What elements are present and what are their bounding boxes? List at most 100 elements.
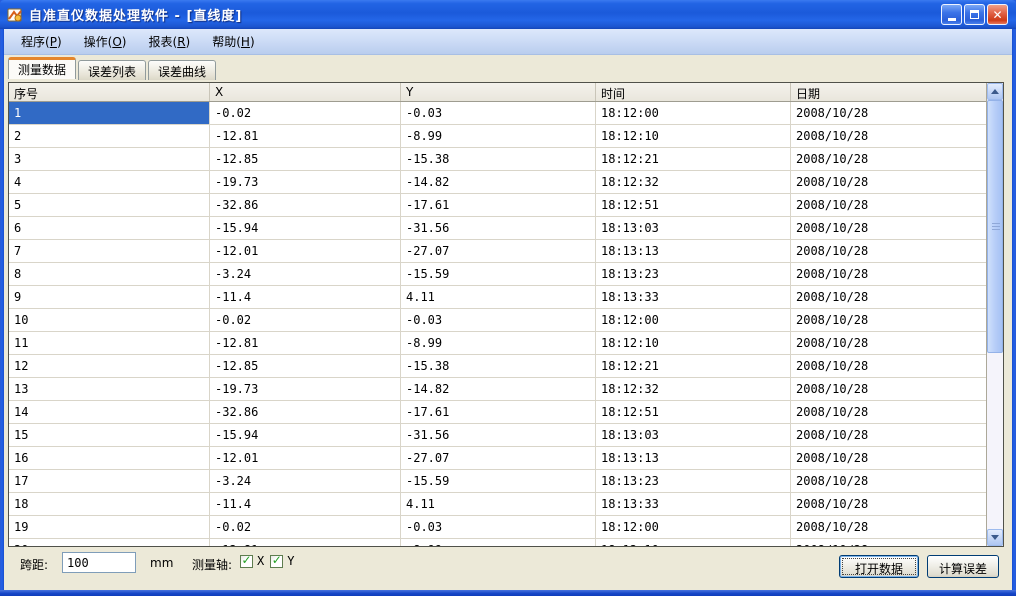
table-cell[interactable]: -3.24 xyxy=(210,470,401,492)
table-cell[interactable]: 18:12:32 xyxy=(596,378,791,400)
table-cell[interactable]: 18:13:23 xyxy=(596,470,791,492)
table-cell[interactable]: 14 xyxy=(9,401,210,423)
table-row[interactable]: 12-12.85-15.3818:12:212008/10/28 xyxy=(9,355,986,378)
axis-x-checkbox[interactable]: ✓ X xyxy=(240,554,264,568)
menu-item-operate[interactable]: 操作(O) xyxy=(75,30,136,53)
menu-item-help[interactable]: 帮助(H) xyxy=(203,30,263,53)
table-row[interactable]: 13-19.73-14.8218:12:322008/10/28 xyxy=(9,378,986,401)
table-cell[interactable]: 18:13:33 xyxy=(596,286,791,308)
table-cell[interactable]: -0.03 xyxy=(401,309,596,331)
menu-item-report[interactable]: 报表(R) xyxy=(139,30,199,53)
calc-error-button[interactable]: 计算误差 xyxy=(927,555,999,578)
tab-error-curve[interactable]: 误差曲线 xyxy=(148,60,216,80)
table-cell[interactable]: 2008/10/28 xyxy=(791,332,986,354)
table-cell[interactable]: -17.61 xyxy=(401,194,596,216)
table-cell[interactable]: 18:12:10 xyxy=(596,332,791,354)
table-cell[interactable]: -8.99 xyxy=(401,125,596,147)
table-cell[interactable]: 11 xyxy=(9,332,210,354)
table-cell[interactable]: 18:13:03 xyxy=(596,217,791,239)
table-cell[interactable]: 2008/10/28 xyxy=(791,447,986,469)
table-row[interactable]: 3-12.85-15.3818:12:212008/10/28 xyxy=(9,148,986,171)
table-row[interactable]: 9-11.44.1118:13:332008/10/28 xyxy=(9,286,986,309)
table-cell[interactable]: -12.85 xyxy=(210,355,401,377)
table-cell[interactable]: -15.94 xyxy=(210,424,401,446)
span-input[interactable] xyxy=(62,552,136,573)
scroll-down-button[interactable] xyxy=(987,529,1003,546)
table-row[interactable]: 6-15.94-31.5618:13:032008/10/28 xyxy=(9,217,986,240)
table-cell[interactable]: 2008/10/28 xyxy=(791,355,986,377)
table-row[interactable]: 5-32.86-17.6118:12:512008/10/28 xyxy=(9,194,986,217)
table-cell[interactable]: 2008/10/28 xyxy=(791,401,986,423)
table-cell[interactable]: -15.38 xyxy=(401,148,596,170)
table-cell[interactable]: 8 xyxy=(9,263,210,285)
table-row[interactable]: 20-12.81-8.9918:12:102008/10/28 xyxy=(9,539,986,546)
title-bar[interactable]: 自准直仪数据处理软件 - [直线度] ✕ xyxy=(0,0,1016,29)
table-cell[interactable]: 18:12:00 xyxy=(596,309,791,331)
table-cell[interactable]: 2008/10/28 xyxy=(791,424,986,446)
table-cell[interactable]: 4.11 xyxy=(401,493,596,515)
table-cell[interactable]: 20 xyxy=(9,539,210,546)
table-cell[interactable]: 18:12:51 xyxy=(596,194,791,216)
table-cell[interactable]: 12 xyxy=(9,355,210,377)
table-cell[interactable]: 18:12:00 xyxy=(596,516,791,538)
table-cell[interactable]: 16 xyxy=(9,447,210,469)
table-row[interactable]: 14-32.86-17.6118:12:512008/10/28 xyxy=(9,401,986,424)
table-row[interactable]: 11-12.81-8.9918:12:102008/10/28 xyxy=(9,332,986,355)
table-cell[interactable]: 1 xyxy=(9,102,210,124)
table-cell[interactable]: 2008/10/28 xyxy=(791,125,986,147)
table-cell[interactable]: 2008/10/28 xyxy=(791,263,986,285)
table-cell[interactable]: 18:12:10 xyxy=(596,539,791,546)
table-cell[interactable]: 2008/10/28 xyxy=(791,171,986,193)
table-cell[interactable]: -0.02 xyxy=(210,516,401,538)
column-header-index[interactable]: 序号 xyxy=(9,83,210,101)
table-cell[interactable]: -19.73 xyxy=(210,171,401,193)
table-cell[interactable]: 17 xyxy=(9,470,210,492)
table-cell[interactable]: -0.03 xyxy=(401,102,596,124)
table-row[interactable]: 10-0.02-0.0318:12:002008/10/28 xyxy=(9,309,986,332)
table-cell[interactable]: -11.4 xyxy=(210,286,401,308)
open-data-button[interactable]: 打开数据 xyxy=(839,555,919,578)
table-cell[interactable]: 10 xyxy=(9,309,210,331)
table-row[interactable]: 15-15.94-31.5618:13:032008/10/28 xyxy=(9,424,986,447)
table-cell[interactable]: 2008/10/28 xyxy=(791,493,986,515)
table-cell[interactable]: -17.61 xyxy=(401,401,596,423)
table-cell[interactable]: -14.82 xyxy=(401,171,596,193)
table-cell[interactable]: -31.56 xyxy=(401,217,596,239)
vertical-scrollbar[interactable] xyxy=(986,83,1003,546)
table-cell[interactable]: -19.73 xyxy=(210,378,401,400)
table-cell[interactable]: 5 xyxy=(9,194,210,216)
table-row[interactable]: 19-0.02-0.0318:12:002008/10/28 xyxy=(9,516,986,539)
tab-measure-data[interactable]: 测量数据 xyxy=(8,57,76,79)
table-cell[interactable]: 2008/10/28 xyxy=(791,309,986,331)
table-cell[interactable]: -12.81 xyxy=(210,332,401,354)
table-cell[interactable]: -14.82 xyxy=(401,378,596,400)
table-cell[interactable]: -15.59 xyxy=(401,470,596,492)
table-cell[interactable]: 18:12:51 xyxy=(596,401,791,423)
table-row[interactable]: 1-0.02-0.0318:12:002008/10/28 xyxy=(9,102,986,125)
table-cell[interactable]: -12.01 xyxy=(210,240,401,262)
table-cell[interactable]: -11.4 xyxy=(210,493,401,515)
table-cell[interactable]: 18:12:10 xyxy=(596,125,791,147)
table-row[interactable]: 16-12.01-27.0718:13:132008/10/28 xyxy=(9,447,986,470)
table-cell[interactable]: 15 xyxy=(9,424,210,446)
table-cell[interactable]: -0.03 xyxy=(401,516,596,538)
table-row[interactable]: 7-12.01-27.0718:13:132008/10/28 xyxy=(9,240,986,263)
table-cell[interactable]: 2008/10/28 xyxy=(791,217,986,239)
table-cell[interactable]: 18 xyxy=(9,493,210,515)
table-cell[interactable]: 7 xyxy=(9,240,210,262)
table-cell[interactable]: 2008/10/28 xyxy=(791,102,986,124)
table-cell[interactable]: -0.02 xyxy=(210,102,401,124)
table-cell[interactable]: 3 xyxy=(9,148,210,170)
table-cell[interactable]: 2008/10/28 xyxy=(791,240,986,262)
table-cell[interactable]: 2008/10/28 xyxy=(791,286,986,308)
table-cell[interactable]: 2008/10/28 xyxy=(791,194,986,216)
table-cell[interactable]: 6 xyxy=(9,217,210,239)
table-cell[interactable]: -8.99 xyxy=(401,332,596,354)
table-cell[interactable]: -12.81 xyxy=(210,125,401,147)
table-cell[interactable]: 9 xyxy=(9,286,210,308)
table-cell[interactable]: -12.85 xyxy=(210,148,401,170)
table-row[interactable]: 4-19.73-14.8218:12:322008/10/28 xyxy=(9,171,986,194)
scrollbar-thumb[interactable] xyxy=(987,100,1003,353)
table-cell[interactable]: -27.07 xyxy=(401,447,596,469)
table-cell[interactable]: -32.86 xyxy=(210,401,401,423)
